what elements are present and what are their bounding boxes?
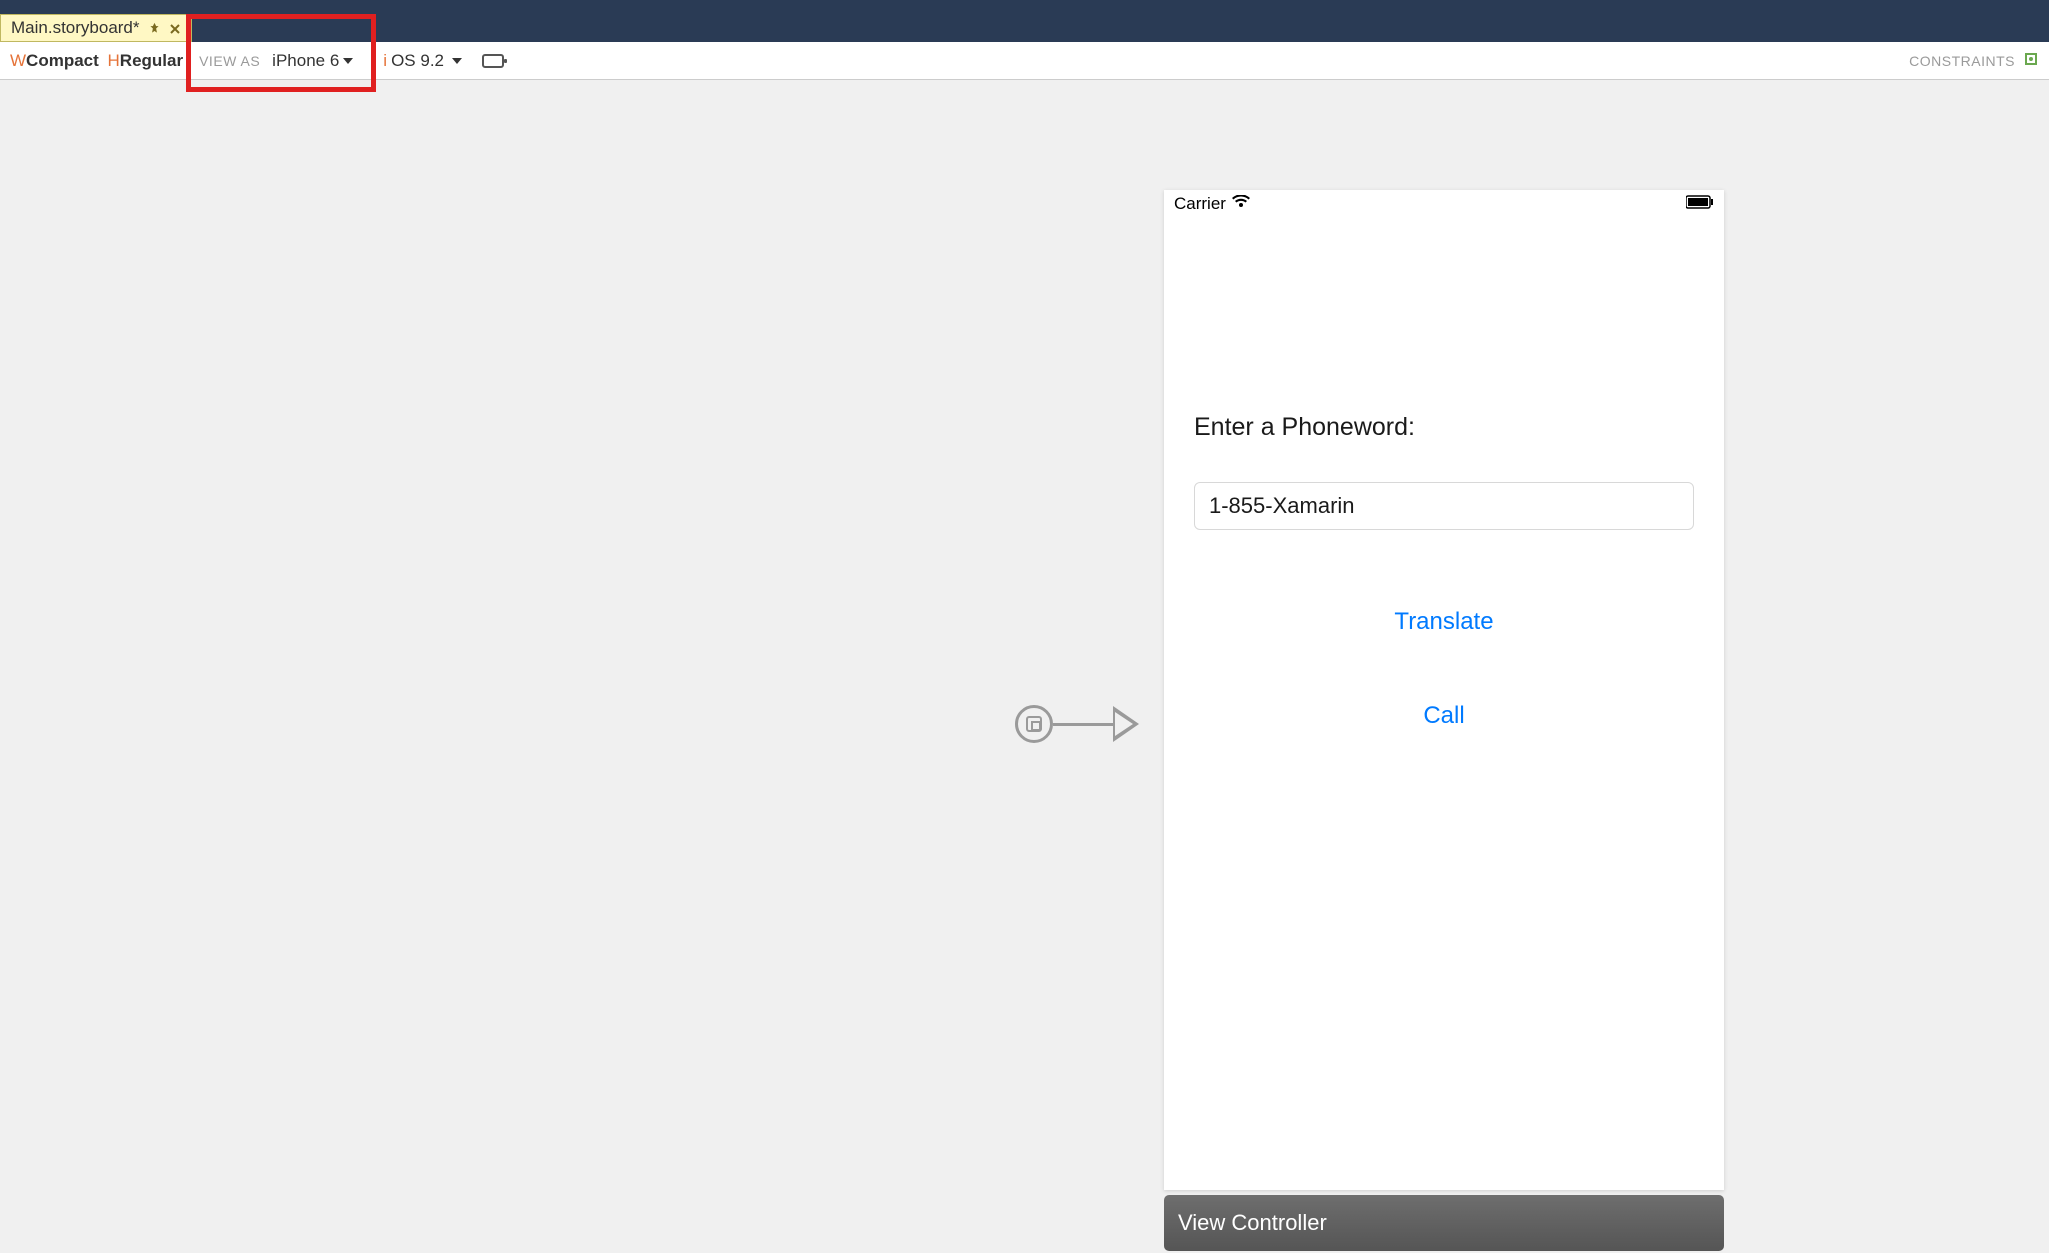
arrow-head-icon <box>1113 706 1139 742</box>
segue-source-circle <box>1015 705 1053 743</box>
view-controller-label: View Controller <box>1178 1210 1327 1236</box>
size-class-h-prefix: H <box>108 51 120 70</box>
device-selector[interactable]: iPhone 6 <box>272 51 353 71</box>
wifi-icon <box>1232 194 1250 214</box>
size-class-w-prefix: W <box>10 51 26 70</box>
translate-button[interactable]: Translate <box>1194 608 1694 636</box>
close-icon[interactable] <box>169 18 181 38</box>
size-class-h-value: Regular <box>120 51 183 70</box>
device-preview[interactable]: Carrier Enter a Phoneword: Translate Cal… <box>1164 190 1724 1190</box>
storyboard-canvas[interactable]: Carrier Enter a Phoneword: Translate Cal… <box>0 80 2049 1253</box>
view-controller-bar[interactable]: View Controller <box>1164 1195 1724 1251</box>
constraints-icon[interactable] <box>2023 51 2039 70</box>
chevron-down-icon <box>452 58 462 64</box>
orientation-icon[interactable] <box>482 54 504 68</box>
ios-prefix: i <box>383 51 387 71</box>
size-class-w-value: Compact <box>26 51 99 70</box>
designer-toolbar: WCompact HRegular VIEW AS iPhone 6 iOS 9… <box>0 42 2049 80</box>
status-bar: Carrier <box>1164 190 1724 218</box>
phoneword-input[interactable] <box>1194 482 1694 530</box>
device-spacer <box>1194 730 1694 1190</box>
size-class-selector[interactable]: WCompact HRegular <box>10 51 183 71</box>
storyboard-entry-icon <box>1026 716 1042 732</box>
toolbar-left: WCompact HRegular VIEW AS iPhone 6 iOS 9… <box>10 51 504 71</box>
document-tab-main-storyboard[interactable]: Main.storyboard* <box>0 14 192 42</box>
device-selector-value: iPhone 6 <box>272 51 339 71</box>
pin-icon[interactable] <box>148 18 161 38</box>
ios-version-value: OS 9.2 <box>391 51 444 71</box>
status-bar-right <box>1686 194 1714 214</box>
window-title-bar <box>0 0 2049 12</box>
segue-line <box>1053 723 1113 726</box>
ios-version-selector[interactable]: iOS 9.2 <box>377 51 462 71</box>
phoneword-label[interactable]: Enter a Phoneword: <box>1194 413 1694 442</box>
document-tab-title: Main.storyboard* <box>11 18 140 38</box>
chevron-down-icon <box>343 58 353 64</box>
status-bar-left: Carrier <box>1174 194 1250 214</box>
view-as-label: VIEW AS <box>199 53 260 69</box>
tab-strip: Main.storyboard* <box>0 12 2049 42</box>
constraints-label: CONSTRAINTS <box>1909 53 2015 69</box>
battery-icon <box>1686 194 1714 213</box>
call-button[interactable]: Call <box>1194 702 1694 730</box>
device-body: Enter a Phoneword: Translate Call <box>1164 218 1724 1190</box>
toolbar-right: CONSTRAINTS <box>1909 51 2039 70</box>
carrier-label: Carrier <box>1174 194 1226 214</box>
initial-view-controller-arrow[interactable] <box>1015 705 1139 743</box>
